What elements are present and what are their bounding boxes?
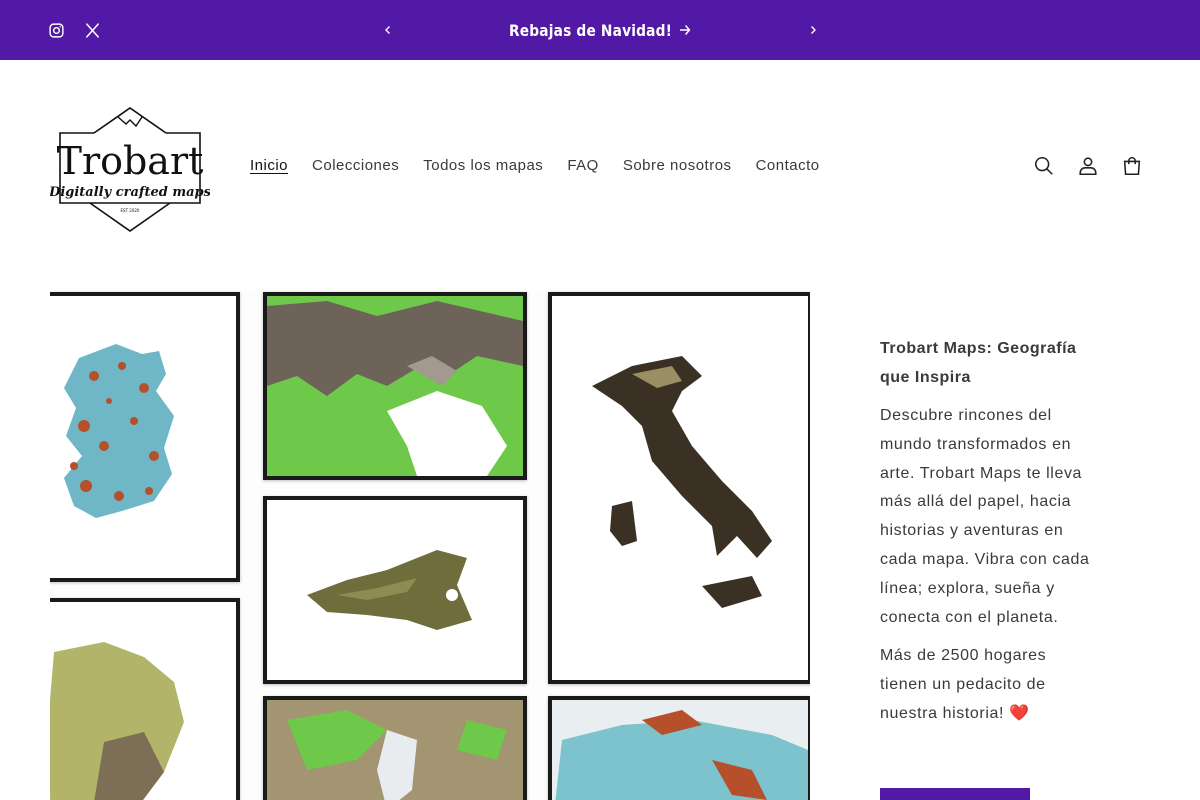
logo-est: EST 2020 xyxy=(121,208,140,213)
chevron-right-icon[interactable] xyxy=(801,18,825,42)
nav-item-todos-los-mapas[interactable]: Todos los mapas xyxy=(411,152,555,180)
logo-title: Trobart xyxy=(57,139,204,183)
hero-image xyxy=(50,290,810,800)
announcement-link[interactable]: Rebajas de Navidad! xyxy=(462,0,737,60)
x-twitter-icon[interactable] xyxy=(80,18,104,42)
main-nav: Inicio Colecciones Todos los mapas FAQ S… xyxy=(238,152,832,180)
map-frame-italy xyxy=(548,292,810,684)
trobart-logo[interactable]: Trobart Digitally crafted maps EST 2020 xyxy=(48,100,212,240)
map-frame-germany xyxy=(50,598,240,800)
logo-tagline: Digitally crafted maps xyxy=(50,185,210,200)
nav-item-inicio[interactable]: Inicio xyxy=(238,152,300,180)
arrow-right-icon xyxy=(679,24,691,36)
nav-item-contacto[interactable]: Contacto xyxy=(744,152,832,180)
map-frame-europe xyxy=(548,696,810,800)
hero-heading: Trobart Maps: Geografía que Inspira xyxy=(880,340,1077,386)
hero-text: Trobart Maps: Geografía que Inspira Desc… xyxy=(880,334,1090,729)
hero-households: Más de 2500 hogares tienen un pedacito d… xyxy=(880,647,1047,722)
map-frame-ireland xyxy=(50,292,240,582)
cart-icon[interactable] xyxy=(1114,148,1150,184)
hero-description: Descubre rincones del mundo transformado… xyxy=(880,407,1090,626)
chevron-left-icon[interactable] xyxy=(376,18,400,42)
account-icon[interactable] xyxy=(1070,148,1106,184)
nav-item-colecciones[interactable]: Colecciones xyxy=(300,152,411,180)
instagram-icon[interactable] xyxy=(44,18,68,42)
announcement-text: Rebajas de Navidad! xyxy=(509,20,673,40)
hero-cta-button[interactable] xyxy=(880,788,1030,800)
nav-item-sobre-nosotros[interactable]: Sobre nosotros xyxy=(611,152,744,180)
map-frame-sicily xyxy=(263,496,527,684)
nav-item-faq[interactable]: FAQ xyxy=(555,152,611,180)
search-icon[interactable] xyxy=(1026,148,1062,184)
map-frame-alps xyxy=(263,292,527,480)
announcement-bar: Rebajas de Navidad! xyxy=(0,0,1200,60)
map-frame-balkans xyxy=(263,696,527,800)
logo-mark: Trobart Digitally crafted maps EST 2020 xyxy=(48,107,212,232)
